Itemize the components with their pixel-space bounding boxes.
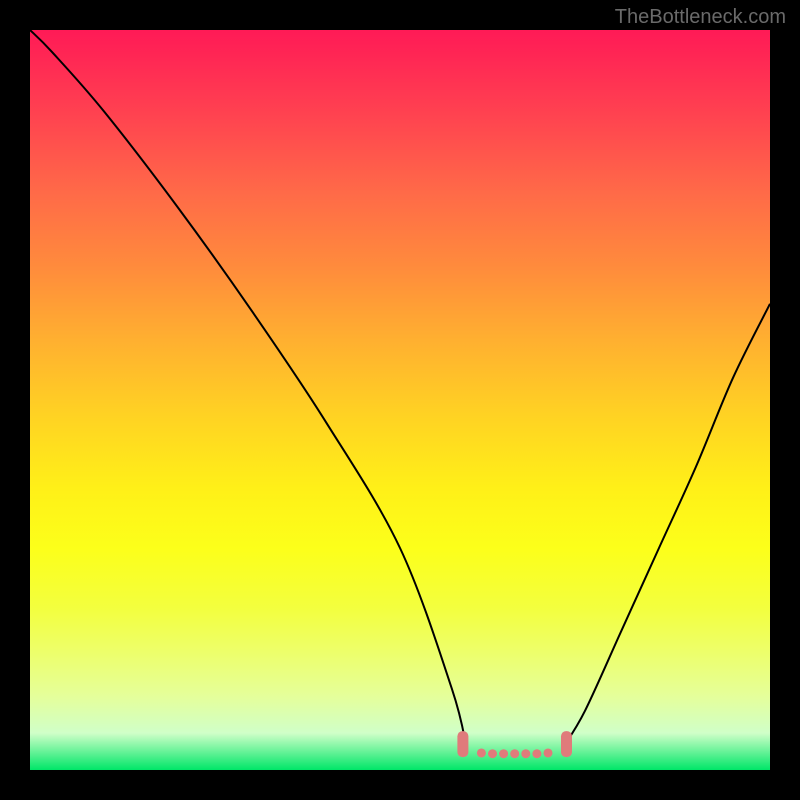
valley-right-marker — [561, 731, 572, 757]
valley-left-marker — [457, 731, 468, 757]
curve-right — [563, 304, 770, 748]
curve-left — [30, 30, 467, 748]
valley-floor-dots — [477, 748, 553, 758]
bottleneck-curve-chart — [30, 30, 770, 770]
watermark-label: TheBottleneck.com — [615, 6, 786, 29]
